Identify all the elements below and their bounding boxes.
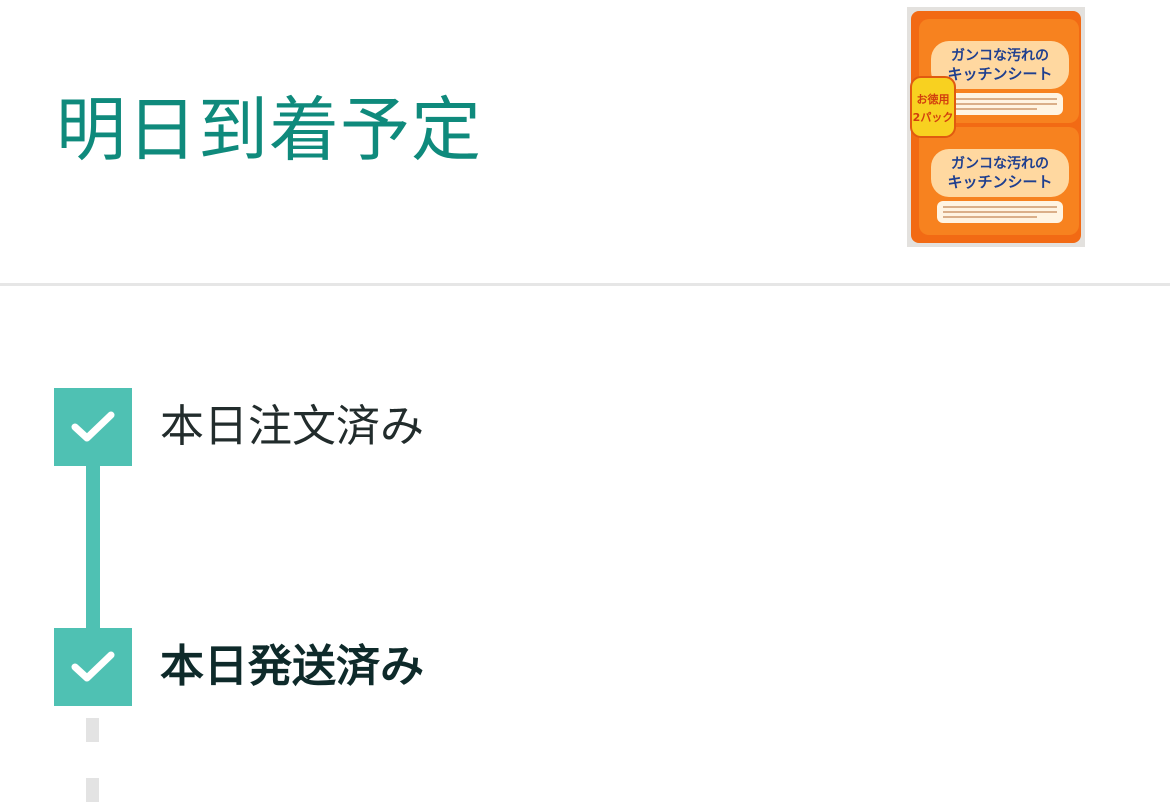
check-icon xyxy=(71,651,115,682)
delivery-status-title: 明日到着予定 xyxy=(56,89,482,171)
svg-text:2パック: 2パック xyxy=(913,111,954,124)
step-shipped-label: 本日発送済み xyxy=(160,641,424,692)
kitchen-sheet-package-illustration: ガンコな汚れの キッチンシート ガンコな汚れの キッチンシート お徳用 2パック xyxy=(910,11,1081,243)
timeline-connector-pending xyxy=(86,718,99,742)
step-shipped-checkbox xyxy=(54,628,132,706)
package-headline-2: キッチンシート xyxy=(947,65,1052,83)
package-headline-1: ガンコな汚れの xyxy=(951,47,1049,64)
package-headline-1-lower: ガンコな汚れの xyxy=(951,155,1049,172)
timeline-connector-pending xyxy=(86,778,99,802)
step-ordered-label: 本日注文済み xyxy=(160,401,424,452)
step-ordered-checkbox xyxy=(54,388,132,466)
delivery-header: 明日到着予定 ガンコな汚れの キッチンシート ガンコな汚れの キッチンシート お… xyxy=(0,0,1170,284)
package-headline-2-lower: キッチンシート xyxy=(947,173,1052,191)
product-image[interactable]: ガンコな汚れの キッチンシート ガンコな汚れの キッチンシート お徳用 2パック xyxy=(907,7,1085,247)
shipment-timeline: 本日注文済み 本日発送済み xyxy=(0,286,1170,809)
delivery-tracking-page: 明日到着予定 ガンコな汚れの キッチンシート ガンコな汚れの キッチンシート お… xyxy=(0,0,1170,809)
check-icon xyxy=(71,411,115,442)
timeline-connector-completed xyxy=(86,466,100,628)
svg-text:お徳用: お徳用 xyxy=(917,92,950,106)
